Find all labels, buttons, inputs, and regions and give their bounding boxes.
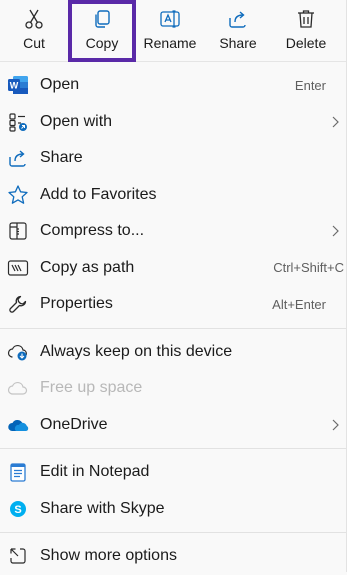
cut-button[interactable]: Cut (0, 0, 68, 62)
menu-item-label: Share with Skype (40, 499, 165, 517)
menu-item-add-to-favorites[interactable]: Add to Favorites (0, 177, 346, 214)
menu-item-label: Add to Favorites (40, 185, 157, 203)
menu-item-free-up-space[interactable]: Free up space (0, 370, 346, 407)
zip-icon (7, 220, 29, 242)
shortcut-text: Enter (294, 77, 326, 93)
chevron-right-icon (332, 116, 339, 128)
open-with-icon (7, 111, 29, 133)
context-menu: Cut Copy Rename Share Delete W Open Ente… (0, 0, 347, 572)
shortcut-text: Alt+Enter (272, 296, 326, 312)
wrench-icon (7, 293, 29, 315)
menu-item-label: Open with (40, 112, 113, 130)
trash-icon (295, 8, 317, 30)
menu-item-onedrive[interactable]: OneDrive (0, 407, 346, 444)
show-more-icon (7, 545, 29, 567)
separator (0, 532, 346, 533)
share-icon (227, 8, 249, 30)
separator (0, 448, 346, 449)
skype-icon: S (7, 498, 29, 520)
share-button[interactable]: Share (204, 0, 272, 62)
delete-label: Delete (285, 35, 327, 51)
cut-label: Cut (23, 35, 45, 51)
menu-item-label: Copy as path (40, 258, 135, 276)
menu-item-share-with-skype[interactable]: S Share with Skype (0, 491, 346, 528)
copy-path-icon (7, 257, 29, 279)
cloud-download-icon (7, 341, 29, 363)
menu-item-label: Compress to... (40, 222, 145, 240)
cloud-outline-icon (7, 377, 29, 399)
chevron-right-icon (332, 419, 339, 431)
menu-item-label: Show more options (40, 547, 177, 565)
copy-icon (91, 8, 113, 30)
quick-actions-toolbar: Cut Copy Rename Share Delete (0, 0, 346, 62)
menu-item-label: Properties (40, 295, 113, 313)
menu-item-compress[interactable]: Compress to... (0, 213, 346, 250)
star-icon (7, 184, 29, 206)
menu-item-properties[interactable]: Properties Alt+Enter (0, 286, 346, 323)
share-icon (7, 147, 29, 169)
notepad-icon (7, 461, 29, 483)
rename-button[interactable]: Rename (136, 0, 204, 62)
menu-item-label: Always keep on this device (40, 342, 233, 360)
menu-item-label: Edit in Notepad (40, 463, 150, 481)
chevron-right-icon (332, 225, 339, 237)
menu-item-copy-as-path[interactable]: Copy as path Ctrl+Shift+C (0, 250, 346, 287)
menu-item-label: OneDrive (40, 415, 108, 433)
menu-item-always-keep[interactable]: Always keep on this device (0, 334, 346, 371)
menu-item-show-more-options[interactable]: Show more options (0, 538, 346, 575)
rename-label: Rename (143, 35, 197, 51)
rename-icon (159, 8, 181, 30)
separator (0, 327, 346, 329)
delete-button[interactable]: Delete (272, 0, 340, 62)
svg-text:S: S (14, 504, 21, 516)
menu-item-open[interactable]: W Open Enter (0, 67, 346, 104)
menu-item-open-with[interactable]: Open with (0, 104, 346, 141)
shortcut-text: Ctrl+Shift+C (273, 260, 344, 276)
menu-item-label: Free up space (40, 379, 143, 397)
word-icon: W (7, 74, 29, 96)
svg-text:W: W (10, 81, 19, 91)
share-label: Share (219, 35, 257, 51)
menu-item-edit-in-notepad[interactable]: Edit in Notepad (0, 454, 346, 491)
copy-label: Copy (85, 35, 119, 51)
menu-item-share[interactable]: Share (0, 140, 346, 177)
scissors-icon (23, 8, 45, 30)
copy-button[interactable]: Copy (68, 0, 136, 62)
onedrive-icon (7, 414, 29, 436)
menu-item-label: Share (40, 149, 83, 167)
menu-item-label: Open (40, 76, 80, 94)
